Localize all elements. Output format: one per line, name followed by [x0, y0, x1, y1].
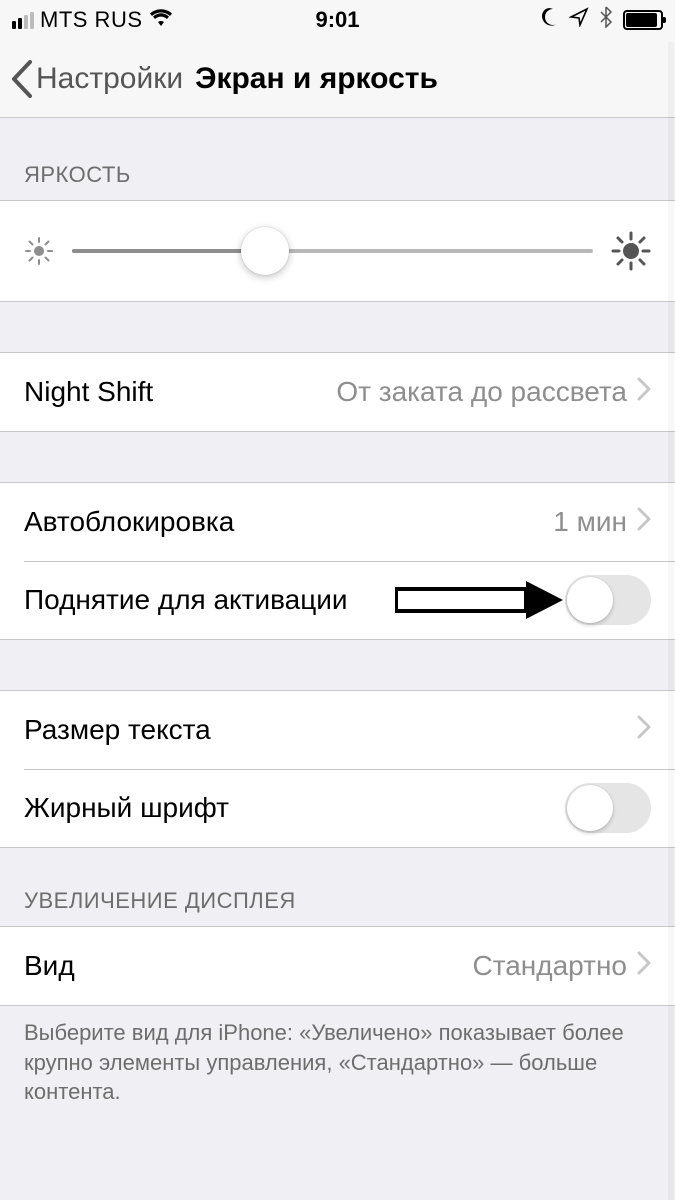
do-not-disturb-icon — [539, 7, 559, 33]
chevron-left-icon — [10, 60, 34, 98]
scrollbar[interactable] — [668, 42, 674, 1200]
auto-lock-label: Автоблокировка — [24, 506, 553, 538]
navigation-bar: Настройки Экран и яркость — [0, 40, 675, 118]
section-footer-display-zoom: Выберите вид для iPhone: «Увеличено» пок… — [0, 1006, 675, 1127]
brightness-slider-row — [0, 201, 675, 301]
page-title: Экран и яркость — [195, 62, 438, 96]
brightness-low-icon — [24, 236, 54, 266]
battery-icon — [623, 10, 663, 30]
status-bar: MTS RUS 9:01 — [0, 0, 675, 40]
bold-text-row: Жирный шрифт — [0, 769, 675, 847]
back-label: Настройки — [36, 62, 183, 96]
brightness-slider[interactable] — [72, 249, 593, 253]
chevron-right-icon — [637, 376, 651, 408]
brightness-high-icon — [611, 231, 651, 271]
text-size-label: Размер текста — [24, 714, 637, 746]
location-icon — [569, 7, 589, 33]
auto-lock-row[interactable]: Автоблокировка 1 мин — [0, 483, 675, 561]
raise-to-wake-toggle[interactable] — [565, 575, 651, 625]
night-shift-group: Night Shift От заката до рассвета — [0, 352, 675, 432]
chevron-right-icon — [637, 950, 651, 982]
auto-lock-value: 1 мин — [553, 506, 627, 538]
display-zoom-group: Вид Стандартно — [0, 926, 675, 1006]
section-header-display-zoom: УВЕЛИЧЕНИЕ ДИСПЛЕЯ — [0, 848, 675, 926]
view-value: Стандартно — [473, 950, 628, 982]
bold-text-toggle[interactable] — [565, 783, 651, 833]
bold-text-label: Жирный шрифт — [24, 792, 565, 824]
signal-strength-icon — [12, 12, 34, 29]
lock-group: Автоблокировка 1 мин Поднятие для актива… — [0, 482, 675, 640]
brightness-slider-thumb[interactable] — [241, 227, 289, 275]
text-size-row[interactable]: Размер текста — [0, 691, 675, 769]
carrier-label: MTS RUS — [40, 7, 143, 33]
view-row[interactable]: Вид Стандартно — [0, 927, 675, 1005]
view-label: Вид — [24, 950, 473, 982]
brightness-group — [0, 200, 675, 302]
chevron-right-icon — [637, 714, 651, 746]
bluetooth-icon — [599, 6, 613, 34]
chevron-right-icon — [637, 506, 651, 538]
raise-to-wake-label: Поднятие для активации — [24, 584, 565, 616]
wifi-icon — [149, 7, 173, 33]
night-shift-row[interactable]: Night Shift От заката до рассвета — [0, 353, 675, 431]
section-header-brightness: ЯРКОСТЬ — [0, 118, 675, 200]
clock-label: 9:01 — [315, 7, 359, 33]
night-shift-value: От заката до рассвета — [336, 376, 627, 408]
back-button[interactable]: Настройки — [10, 60, 183, 98]
night-shift-label: Night Shift — [24, 376, 336, 408]
text-group: Размер текста Жирный шрифт — [0, 690, 675, 848]
raise-to-wake-row: Поднятие для активации — [0, 561, 675, 639]
